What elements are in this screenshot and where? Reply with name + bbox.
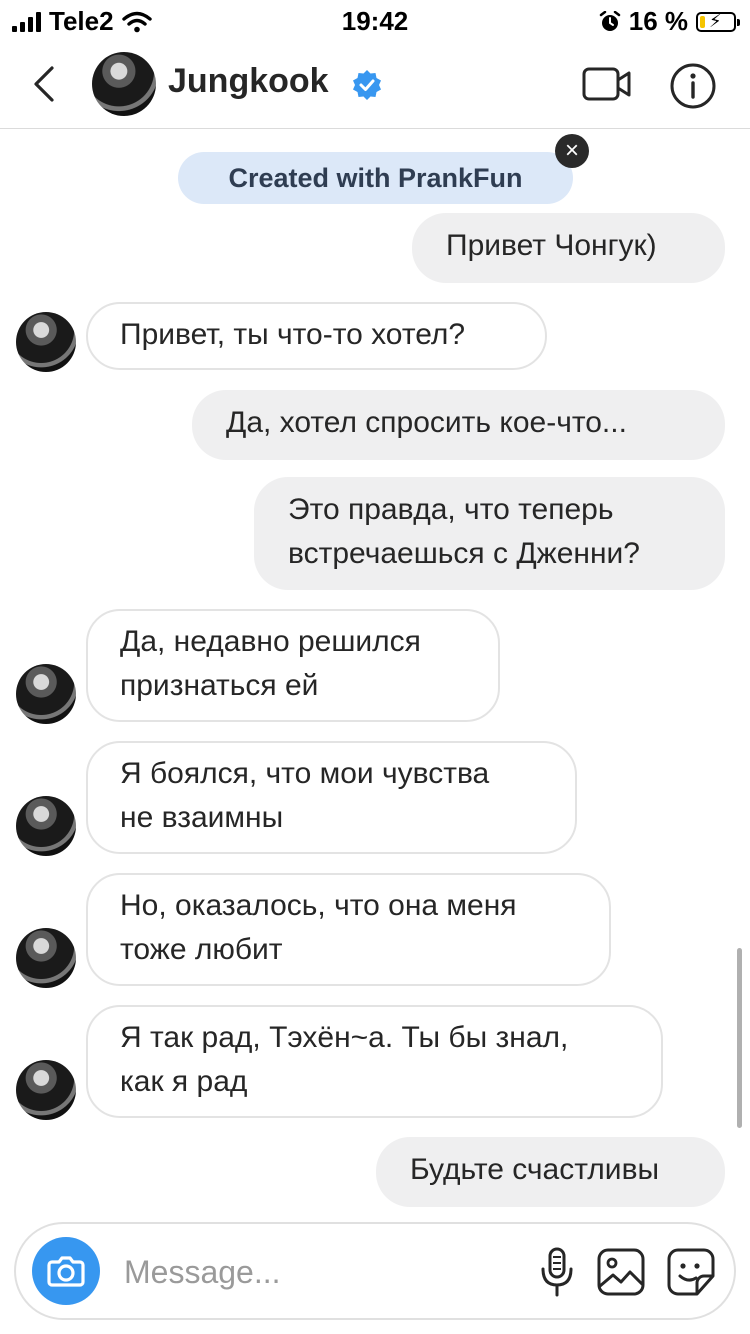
sender-avatar[interactable] xyxy=(16,1060,76,1120)
message-text-line: не взаимны xyxy=(120,801,284,834)
message-bubble-incoming[interactable]: Я боялся, что мои чувства не взаимны xyxy=(86,741,577,854)
battery-fill xyxy=(700,15,705,28)
message-bubble-incoming[interactable]: Я так рад, Тэхён~а. Ты бы знал, как я ра… xyxy=(86,1005,663,1118)
message-text-line: Да, недавно решился xyxy=(120,625,421,658)
battery-percent: 16 % xyxy=(628,6,688,36)
charging-bolt-icon: ⚡ xyxy=(709,10,722,31)
contact-avatar[interactable] xyxy=(92,52,156,116)
message-text-line: Я так рад, Тэхён~а. Ты бы знал, xyxy=(120,1021,569,1054)
message-bubble-incoming[interactable]: Привет, ты что-то хотел? xyxy=(86,302,547,370)
message-bubble-outgoing[interactable]: Привет Чонгук) xyxy=(412,213,725,283)
camera-button[interactable] xyxy=(32,1237,100,1305)
message-bubble-incoming[interactable]: Да, недавно решился признаться ей xyxy=(86,609,500,722)
message-text-line: признаться ей xyxy=(120,669,319,702)
info-icon[interactable] xyxy=(669,62,717,110)
message-input[interactable] xyxy=(122,1246,506,1298)
message-text-line: Но, оказалось, что она меня xyxy=(120,889,517,922)
message-composer xyxy=(14,1222,736,1320)
status-bar: Tele2 19:42 16 % ⚡ xyxy=(0,0,750,40)
message-bubble-outgoing[interactable]: Это правда, что теперь встречаешься с Дж… xyxy=(254,477,725,590)
video-call-icon[interactable] xyxy=(582,66,632,102)
message-text-line: Я боялся, что мои чувства xyxy=(120,757,490,790)
battery-icon: ⚡ xyxy=(696,10,740,32)
message-bubble-outgoing[interactable]: Да, хотел спросить кое-что... xyxy=(192,390,725,460)
message-bubble-incoming[interactable]: Но, оказалось, что она меня тоже любит xyxy=(86,873,611,986)
message-bubble-outgoing[interactable]: Будьте счастливы xyxy=(376,1137,725,1207)
message-text: Привет Чонгук) xyxy=(446,229,657,262)
created-with-banner: Created with PrankFun xyxy=(178,152,573,204)
sender-avatar[interactable] xyxy=(16,796,76,856)
status-right-group: 16 % ⚡ xyxy=(599,6,740,37)
microphone-icon[interactable] xyxy=(532,1246,582,1298)
close-icon: × xyxy=(564,137,579,164)
contact-name[interactable]: Jungkook xyxy=(168,62,329,101)
camera-icon xyxy=(47,1256,85,1287)
message-text-line: Это правда, что теперь xyxy=(288,493,614,526)
message-text-line: как я рад xyxy=(120,1065,248,1098)
sender-avatar[interactable] xyxy=(16,312,76,372)
sender-avatar[interactable] xyxy=(16,928,76,988)
message-text: Да, хотел спросить кое-что... xyxy=(226,406,627,439)
gallery-icon[interactable] xyxy=(596,1246,646,1298)
sender-avatar[interactable] xyxy=(16,664,76,724)
sticker-icon[interactable] xyxy=(666,1246,716,1298)
message-text-line: встречаешься с Дженни? xyxy=(288,537,640,570)
alarm-icon xyxy=(599,10,620,31)
close-banner-button[interactable]: × xyxy=(555,134,589,168)
chat-header: Jungkook xyxy=(0,40,750,129)
message-text: Будьте счастливы xyxy=(410,1153,660,1186)
message-text: Привет, ты что-то хотел? xyxy=(120,318,466,351)
scrollbar[interactable] xyxy=(737,948,742,1128)
back-chevron-icon[interactable] xyxy=(30,62,70,106)
message-text-line: тоже любит xyxy=(120,933,283,966)
verified-badge-icon xyxy=(353,70,381,100)
